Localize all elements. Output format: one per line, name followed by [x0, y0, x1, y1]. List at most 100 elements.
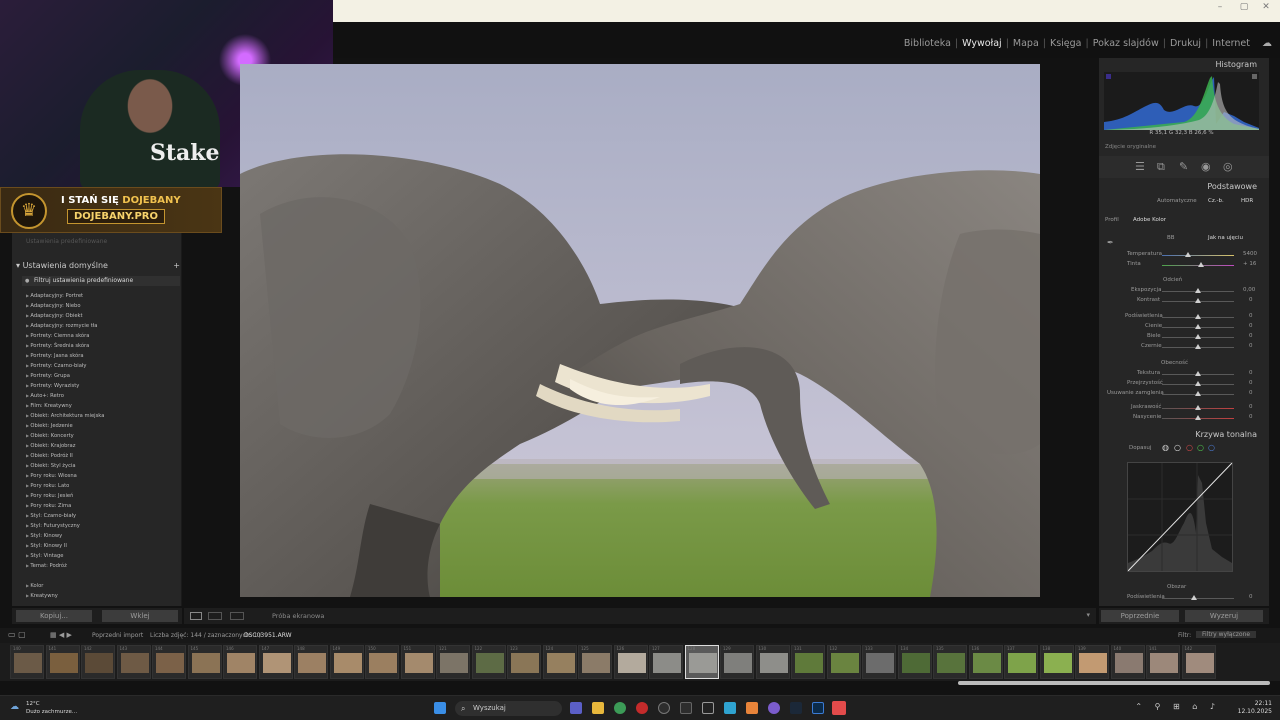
- messenger-icon[interactable]: [768, 702, 780, 714]
- module-3[interactable]: Księga: [1046, 38, 1086, 49]
- windows-start-icon[interactable]: [434, 702, 446, 714]
- profile-select[interactable]: Adobe Kolor: [1133, 217, 1166, 223]
- preset-item[interactable]: Styl: Kinowy: [26, 531, 176, 541]
- module-6[interactable]: Internet: [1208, 38, 1254, 49]
- region-highlights-value[interactable]: 0: [1249, 594, 1253, 600]
- preset-group-item[interactable]: Kolor: [26, 581, 176, 591]
- red-eye-icon[interactable]: ◉: [1201, 160, 1211, 173]
- filmstrip-thumbnail[interactable]: 124: [542, 645, 577, 679]
- region-highlights-slider[interactable]: [1162, 598, 1234, 599]
- module-0[interactable]: Biblioteka: [900, 38, 955, 49]
- blacks-knob[interactable]: [1195, 344, 1201, 349]
- preset-item[interactable]: Adaptacyjny: Niebo: [26, 301, 176, 311]
- survey-view-icon[interactable]: [230, 612, 244, 620]
- previous-import-link[interactable]: Poprzedni import: [92, 632, 143, 639]
- preset-item[interactable]: Styl: Futurystyczny: [26, 521, 176, 531]
- soft-proof-label[interactable]: Próba ekranowa: [272, 612, 324, 620]
- add-preset-icon[interactable]: +: [173, 261, 180, 270]
- clarity-knob[interactable]: [1195, 381, 1201, 386]
- filmstrip-thumbnail[interactable]: 148: [294, 645, 328, 679]
- blue-channel-icon[interactable]: ○: [1208, 443, 1215, 452]
- module-1[interactable]: Wywołaj: [958, 38, 1006, 49]
- preset-item[interactable]: Obiekt: Architektura miejska: [26, 411, 176, 421]
- filmstrip-thumbnail[interactable]: 139: [1075, 645, 1109, 679]
- contrast-knob[interactable]: [1195, 298, 1201, 303]
- shadows-value[interactable]: 0: [1249, 323, 1253, 329]
- preset-group-item[interactable]: Kreatywny: [26, 591, 176, 601]
- steam-icon[interactable]: [790, 702, 802, 714]
- highlights-value[interactable]: 0: [1249, 313, 1253, 319]
- taskbar-clock[interactable]: 22:11 12.10.2025: [1238, 700, 1272, 716]
- preset-item[interactable]: Portrety: Średnia skóra: [26, 341, 176, 351]
- filmstrip-thumbnail[interactable]: 147: [258, 645, 293, 679]
- preset-item[interactable]: Portrety: Ciemna skóra: [26, 331, 176, 341]
- opera-icon[interactable]: [636, 702, 648, 714]
- tint-knob[interactable]: [1198, 262, 1204, 267]
- current-filename[interactable]: DSC03951.ARW: [244, 632, 292, 639]
- close-button[interactable]: ✕: [1256, 2, 1276, 12]
- filmstrip-thumbnail[interactable]: 140: [1110, 645, 1145, 679]
- temperature-slider[interactable]: [1162, 255, 1234, 256]
- module-5[interactable]: Drukuj: [1166, 38, 1205, 49]
- filmstrip-thumbnail[interactable]: 141: [1146, 645, 1180, 679]
- tone-curve-graph[interactable]: [1127, 462, 1233, 572]
- compare-view-icon[interactable]: [208, 612, 222, 620]
- panel-toggle-icon[interactable]: ▭ ▢: [8, 630, 26, 639]
- filmstrip-thumbnail[interactable]: 128: [684, 645, 719, 679]
- exposure-value[interactable]: 0,00: [1243, 287, 1255, 293]
- filmstrip-thumbnail[interactable]: 141: [45, 645, 80, 679]
- system-tray[interactable]: ⌃ ⚲ ⊞ ⌂ ♪: [1135, 702, 1220, 711]
- cloud-icon[interactable]: ☁: [1262, 38, 1272, 49]
- toolbar-menu-icon[interactable]: ▾: [1086, 611, 1090, 619]
- region-highlights-knob[interactable]: [1191, 595, 1197, 600]
- filmstrip-thumbnail[interactable]: 133: [862, 645, 896, 679]
- preset-item[interactable]: Portrety: Grupa: [26, 371, 176, 381]
- preset-item[interactable]: Styl: Kinowy II: [26, 541, 176, 551]
- green-channel-icon[interactable]: ○: [1197, 443, 1204, 452]
- texture-knob[interactable]: [1195, 371, 1201, 376]
- filmstrip-thumbnail[interactable]: 126: [613, 645, 648, 679]
- preset-item[interactable]: Styl: Czarno-biały: [26, 511, 176, 521]
- filmstrip-thumbnail[interactable]: 135: [933, 645, 967, 679]
- crop-icon[interactable]: ⧉: [1157, 160, 1165, 174]
- dehaze-knob[interactable]: [1195, 391, 1201, 396]
- vibrance-value[interactable]: 0: [1249, 404, 1253, 410]
- filmstrip-thumbnail[interactable]: 142: [1181, 645, 1216, 679]
- preset-item[interactable]: Pory roku: Jesień: [26, 491, 176, 501]
- filmstrip-thumbnail[interactable]: 140: [10, 645, 44, 679]
- whites-value[interactable]: 0: [1249, 333, 1253, 339]
- filmstrip-thumbnail[interactable]: 149: [329, 645, 364, 679]
- reset-button[interactable]: Wyzeruj: [1185, 610, 1263, 622]
- filmstrip-thumbnail[interactable]: 134: [897, 645, 932, 679]
- wb-picker-icon[interactable]: ✒: [1107, 238, 1114, 247]
- masking-icon[interactable]: ◎: [1223, 160, 1233, 173]
- copy-button[interactable]: Kopiuj...: [16, 610, 92, 622]
- filmstrip-thumbnail[interactable]: 146: [223, 645, 257, 679]
- bw-button[interactable]: Cz.-b.: [1208, 198, 1224, 204]
- filmstrip-thumbnail[interactable]: 121: [436, 645, 470, 679]
- contrast-value[interactable]: 0: [1249, 297, 1253, 303]
- preset-item[interactable]: Pory roku: Zima: [26, 501, 176, 511]
- preset-item[interactable]: Adaptacyjny: Portret: [26, 291, 176, 301]
- temperature-knob[interactable]: [1185, 252, 1191, 257]
- filmstrip-thumbnail[interactable]: 136: [968, 645, 1003, 679]
- terminal-icon[interactable]: [702, 702, 714, 714]
- grid-nav-icons[interactable]: ▦ ◀ ▶: [50, 631, 72, 639]
- filmstrip-thumbnail[interactable]: 137: [1004, 645, 1038, 679]
- maximize-button[interactable]: ▢: [1234, 2, 1254, 12]
- parametric-curve-icon[interactable]: ◍: [1162, 443, 1169, 452]
- filmstrip-thumbnail[interactable]: 145: [187, 645, 222, 679]
- shadows-knob[interactable]: [1195, 324, 1201, 329]
- preset-item[interactable]: Film: Kreatywny: [26, 401, 176, 411]
- preset-item[interactable]: Portrety: Czarno-biały: [26, 361, 176, 371]
- tone-curve-title[interactable]: Krzywa tonalna: [1195, 430, 1257, 439]
- dehaze-value[interactable]: 0: [1249, 390, 1253, 396]
- hdr-button[interactable]: HDR: [1241, 198, 1253, 204]
- saturation-knob[interactable]: [1195, 415, 1201, 420]
- filter-select[interactable]: Filtry wyłączone: [1196, 631, 1257, 638]
- preset-item[interactable]: Obiekt: Krajobraz: [26, 441, 176, 451]
- exposure-knob[interactable]: [1195, 288, 1201, 293]
- preset-item[interactable]: Obiekt: Podróż II: [26, 451, 176, 461]
- filter-presets-item[interactable]: Filtruj ustawienia predefiniowane: [22, 276, 180, 286]
- filmstrip-thumbnail[interactable]: 130: [755, 645, 790, 679]
